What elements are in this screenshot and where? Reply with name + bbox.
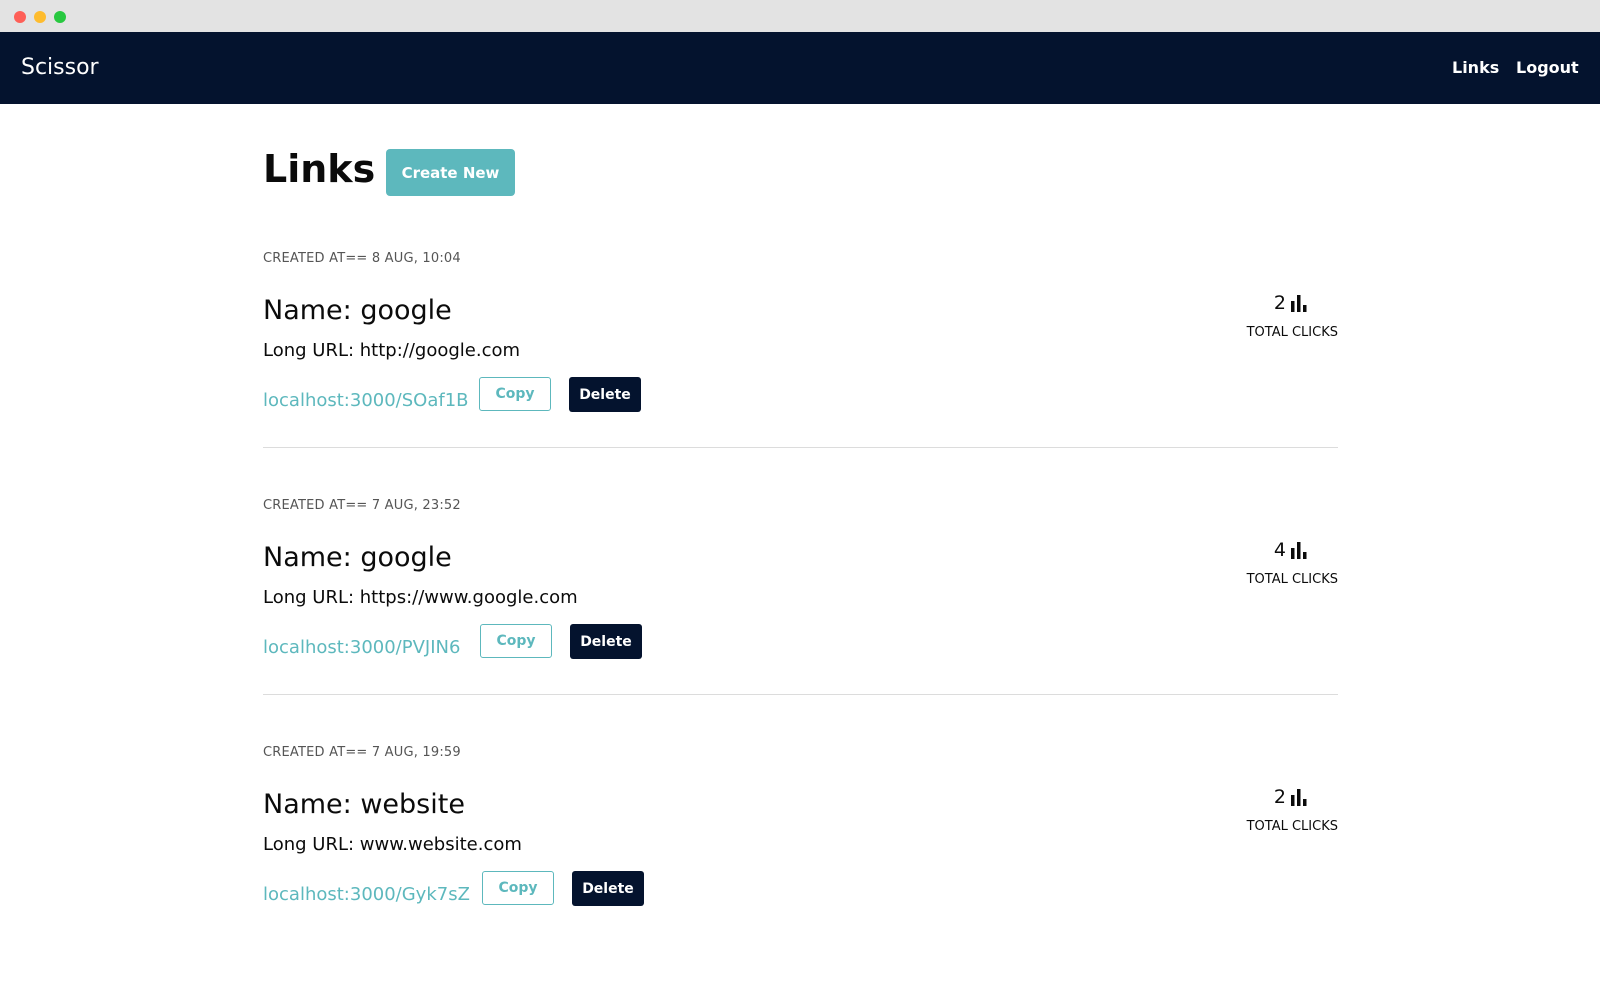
delete-button[interactable]: Delete <box>569 377 641 412</box>
long-url: Long URL: https://www.google.com <box>263 587 578 608</box>
brand-logo[interactable]: Scissor <box>21 55 99 80</box>
short-url-link[interactable]: localhost:3000/Gyk7sZ <box>263 884 470 905</box>
clicks-count: 2 <box>1273 786 1286 808</box>
page-title: Links <box>263 147 376 191</box>
copy-button[interactable]: Copy <box>482 871 554 905</box>
short-url-link[interactable]: localhost:3000/PVJIN6 <box>263 637 460 658</box>
bar-chart-icon <box>1291 542 1307 559</box>
delete-button[interactable]: Delete <box>572 871 644 906</box>
copy-button[interactable]: Copy <box>480 624 552 658</box>
created-at-label: CREATED AT== 7 AUG, 19:59 <box>263 745 461 760</box>
divider <box>263 447 1338 448</box>
clicks-count: 4 <box>1273 539 1286 561</box>
short-url-link[interactable]: localhost:3000/SOaf1B <box>263 390 469 411</box>
bar-chart-icon <box>1291 295 1307 312</box>
copy-button[interactable]: Copy <box>479 377 551 411</box>
nav-link-logout[interactable]: Logout <box>1516 58 1579 77</box>
delete-button[interactable]: Delete <box>570 624 642 659</box>
window-minimize-icon[interactable] <box>34 11 46 23</box>
create-new-button[interactable]: Create New <box>386 149 515 196</box>
bar-chart-icon <box>1291 789 1307 806</box>
clicks-count: 2 <box>1273 292 1286 314</box>
navbar: Scissor Links Logout <box>0 32 1600 104</box>
divider <box>263 694 1338 695</box>
long-url: Long URL: http://google.com <box>263 340 521 361</box>
window-maximize-icon[interactable] <box>54 11 66 23</box>
total-clicks-label: TOTAL CLICKS <box>1246 819 1338 834</box>
link-name: Name: website <box>263 789 465 820</box>
window-close-icon[interactable] <box>14 11 26 23</box>
nav-link-links[interactable]: Links <box>1452 58 1499 77</box>
long-url: Long URL: www.website.com <box>263 834 522 855</box>
link-name: Name: google <box>263 295 452 326</box>
link-item: CREATED AT== 7 AUG, 23:52 Name: google L… <box>263 498 1338 745</box>
link-item: CREATED AT== 7 AUG, 19:59 Name: website … <box>263 745 1338 992</box>
link-item: CREATED AT== 8 AUG, 10:04 Name: google L… <box>263 251 1338 498</box>
total-clicks-label: TOTAL CLICKS <box>1246 325 1338 340</box>
window-titlebar <box>0 0 1600 32</box>
created-at-label: CREATED AT== 7 AUG, 23:52 <box>263 498 461 513</box>
total-clicks-label: TOTAL CLICKS <box>1246 572 1338 587</box>
created-at-label: CREATED AT== 8 AUG, 10:04 <box>263 251 461 266</box>
link-name: Name: google <box>263 542 452 573</box>
